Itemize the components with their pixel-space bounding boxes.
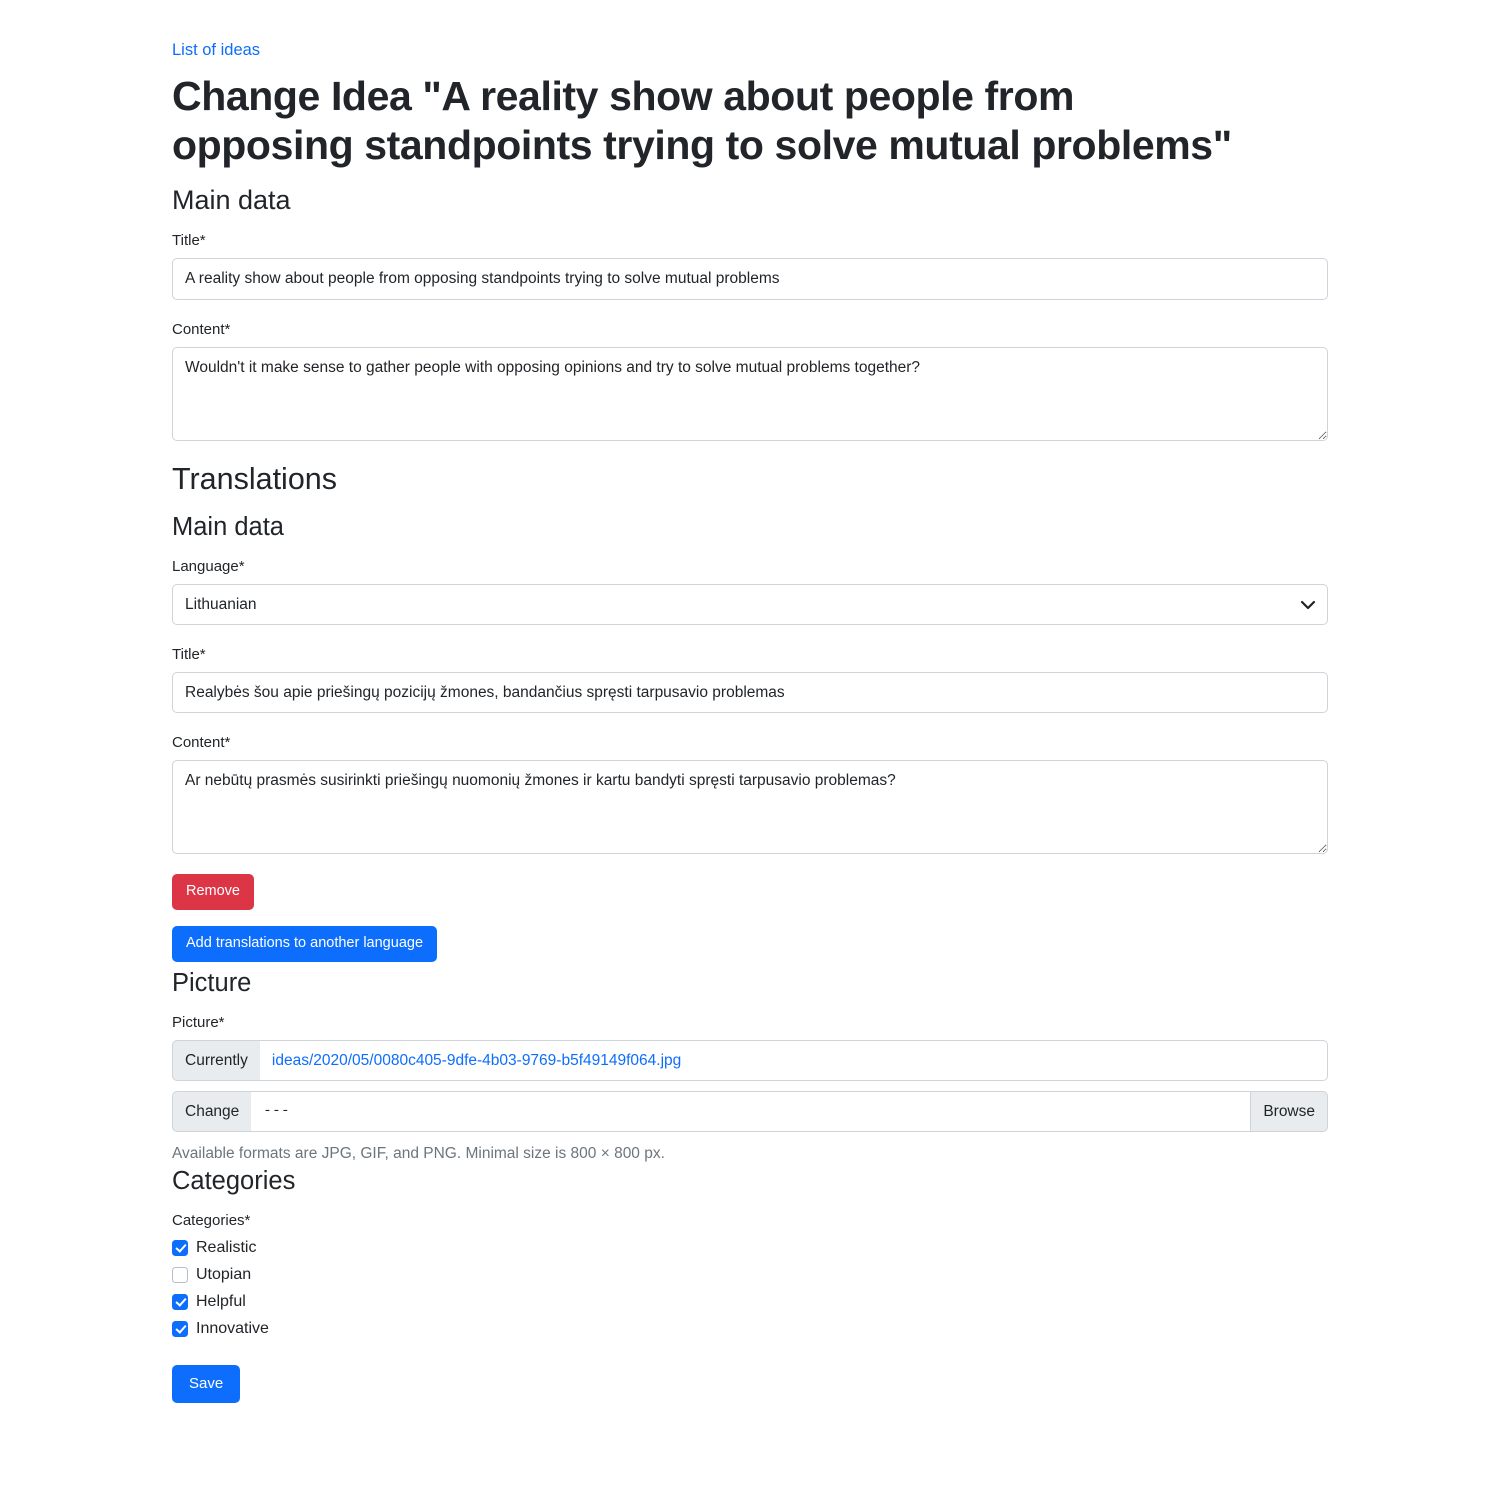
- breadcrumb-list-of-ideas[interactable]: List of ideas: [172, 40, 260, 60]
- translation-content-field-group: Content* Ar nebūtų prasmės susirinkti pr…: [172, 733, 1328, 855]
- picture-current-file-link[interactable]: ideas/2020/05/0080c405-9dfe-4b03-9769-b5…: [272, 1049, 681, 1072]
- remove-translation-button[interactable]: Remove: [172, 874, 254, 911]
- save-button[interactable]: Save: [172, 1364, 241, 1404]
- picture-change-group: Change --- Browse: [172, 1091, 1328, 1133]
- category-row-innovative: Innovative: [172, 1319, 1328, 1339]
- picture-file-input[interactable]: ---: [251, 1091, 1252, 1133]
- category-row-utopian: Utopian: [172, 1265, 1328, 1285]
- page-title: Change Idea "A reality show about people…: [172, 73, 1232, 169]
- translation-title-field-group: Title*: [172, 645, 1328, 714]
- translation-language-label: Language*: [172, 557, 245, 575]
- add-translation-row: Add translations to another language: [172, 926, 1328, 962]
- save-row: Save: [172, 1364, 1328, 1404]
- category-checkbox-utopian[interactable]: [172, 1266, 188, 1283]
- category-label-utopian[interactable]: Utopian: [196, 1265, 251, 1285]
- main-content-field-group: Content* Wouldn't it make sense to gathe…: [172, 320, 1328, 441]
- category-label-realistic[interactable]: Realistic: [196, 1238, 256, 1258]
- translation-language-field-group: Language* Lithuanian: [172, 557, 1328, 626]
- main-content-label: Content*: [172, 320, 231, 338]
- categories-field-label: Categories*: [172, 1211, 251, 1229]
- picture-heading: Picture: [172, 968, 252, 997]
- picture-currently-body: ideas/2020/05/0080c405-9dfe-4b03-9769-b5…: [259, 1039, 1328, 1082]
- translation-content-label: Content*: [172, 734, 231, 752]
- picture-browse-button[interactable]: Browse: [1251, 1091, 1328, 1133]
- main-title-field-group: Title*: [172, 231, 1328, 300]
- category-checkbox-innovative[interactable]: [172, 1320, 188, 1337]
- main-content-textarea[interactable]: Wouldn't it make sense to gather people …: [172, 346, 1328, 441]
- add-translation-button[interactable]: Add translations to another language: [172, 926, 438, 962]
- translation-language-select[interactable]: Lithuanian: [172, 583, 1328, 626]
- categories-heading: Categories: [172, 1166, 296, 1195]
- translation-language-select-wrap: Lithuanian: [172, 583, 1328, 626]
- picture-file-value: ---: [263, 1103, 291, 1120]
- category-row-realistic: Realistic: [172, 1238, 1328, 1258]
- category-label-innovative[interactable]: Innovative: [196, 1319, 269, 1339]
- picture-currently-group: Currently ideas/2020/05/0080c405-9dfe-4b…: [172, 1039, 1328, 1082]
- picture-field-label: Picture*: [172, 1013, 225, 1031]
- categories-checkbox-list: Realistic Utopian Helpful Innovative: [172, 1238, 1328, 1339]
- category-row-helpful: Helpful: [172, 1292, 1328, 1312]
- picture-help-text: Available formats are JPG, GIF, and PNG.…: [172, 1145, 665, 1163]
- translation-content-textarea[interactable]: Ar nebūtų prasmės susirinkti priešingų n…: [172, 760, 1328, 855]
- remove-translation-row: Remove: [172, 874, 1328, 911]
- translation-title-label: Title*: [172, 646, 206, 664]
- picture-currently-label: Currently: [172, 1039, 260, 1082]
- main-title-label: Title*: [172, 232, 206, 250]
- category-checkbox-realistic[interactable]: [172, 1239, 188, 1256]
- translations-sub-heading: Main data: [172, 512, 284, 541]
- translations-heading: Translations: [172, 461, 337, 496]
- translation-title-input[interactable]: [172, 672, 1328, 714]
- category-checkbox-helpful[interactable]: [172, 1293, 188, 1310]
- page-root: List of ideas Change Idea "A reality sho…: [0, 0, 1500, 1491]
- main-title-input[interactable]: [172, 258, 1328, 300]
- category-label-helpful[interactable]: Helpful: [196, 1292, 246, 1312]
- picture-change-label: Change: [172, 1091, 252, 1133]
- content-wrapper: List of ideas Change Idea "A reality sho…: [172, 40, 1328, 1404]
- main-data-heading: Main data: [172, 185, 291, 216]
